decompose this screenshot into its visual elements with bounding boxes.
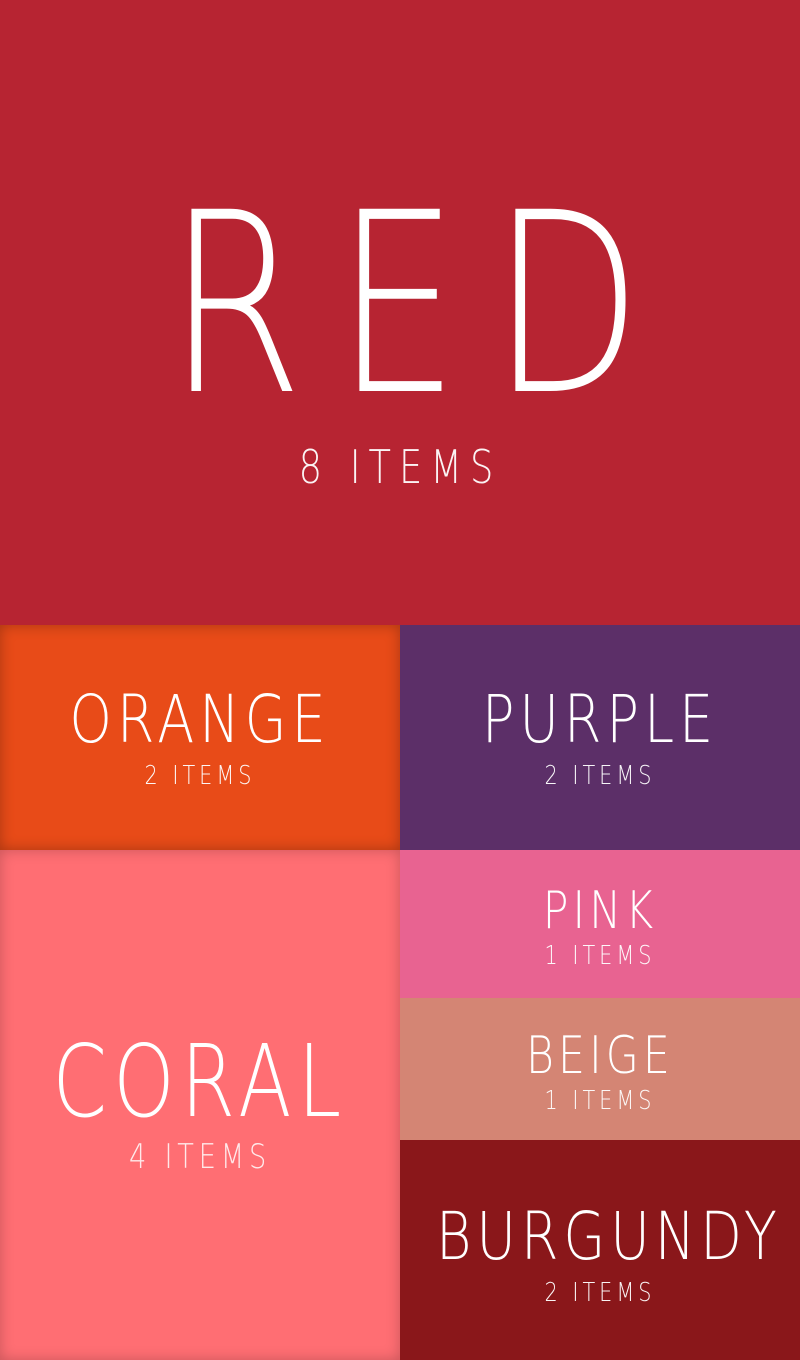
category-tile-burgundy[interactable]: BURGUNDY 2 ITEMS [400,1140,800,1360]
category-item-count: 1 ITEMS [544,1086,656,1116]
category-name: BEIGE [526,1026,674,1086]
category-item-count: 2 ITEMS [544,761,656,791]
category-name: RED [167,159,675,450]
category-item-count: 2 ITEMS [144,761,256,791]
category-tile-pink[interactable]: PINK 1 ITEMS [400,850,800,998]
category-item-count: 1 ITEMS [544,941,656,971]
category-name: PINK [542,881,658,941]
category-tile-coral[interactable]: CORAL 4 ITEMS [0,850,400,1360]
category-name: ORANGE [69,681,331,758]
category-tile-orange[interactable]: ORANGE 2 ITEMS [0,625,400,850]
category-tile-beige[interactable]: BEIGE 1 ITEMS [400,998,800,1140]
category-item-count: 2 ITEMS [544,1278,656,1308]
category-item-count: 4 ITEMS [128,1137,272,1177]
category-name: BURGUNDY [436,1198,782,1275]
category-name: CORAL [52,1023,348,1140]
category-tile-purple[interactable]: PURPLE 2 ITEMS [400,625,800,850]
category-item-count: 8 ITEMS [298,440,502,494]
category-name: PURPLE [481,681,719,758]
category-tile-red[interactable]: RED 8 ITEMS [0,0,800,625]
